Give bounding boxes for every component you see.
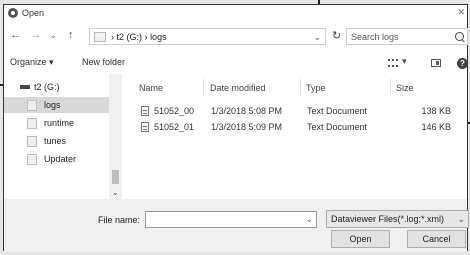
folder-icon xyxy=(27,118,37,129)
column-divider xyxy=(300,79,301,95)
chevron-down-icon[interactable]: ⌄ xyxy=(313,32,321,43)
file-list: Name Date modified Type Size 51052_00 1/… xyxy=(125,74,469,199)
text-file-icon xyxy=(141,106,149,116)
chevron-down-icon[interactable]: ⌄ xyxy=(305,214,313,225)
sidebar-item-tunes[interactable]: tunes xyxy=(4,133,109,149)
title-bar: Open ✕ xyxy=(4,5,467,21)
toolbar: Organize ▾ New folder ▾ ? xyxy=(4,55,468,73)
back-button[interactable]: ← xyxy=(10,29,21,41)
open-dialog: Open ✕ ← → ⌄ ↑ › t2 (G:) › logs ⌄ ↻ Orga… xyxy=(3,4,469,252)
sidebar-item-logs[interactable]: logs xyxy=(4,97,109,113)
sidebar-item-label: logs xyxy=(44,100,61,110)
dialog-footer: File name: ⌄ Dataviewer Files(*.log;*.xm… xyxy=(4,199,469,252)
sidebar-item-label: tunes xyxy=(44,136,67,146)
column-header-type[interactable]: Type xyxy=(306,83,326,93)
column-header-size[interactable]: Size xyxy=(396,83,414,93)
file-name: 51052_01 xyxy=(154,122,195,132)
navigation-bar: ← → ⌄ ↑ › t2 (G:) › logs ⌄ ↻ xyxy=(4,25,468,47)
folder-icon xyxy=(27,136,37,147)
column-header-date[interactable]: Date modified xyxy=(210,83,266,93)
file-row[interactable]: 51052_00 1/3/2018 5:08 PM Text Document … xyxy=(125,104,469,119)
up-button[interactable]: ↑ xyxy=(68,29,74,41)
chevron-down-icon: ⌄ xyxy=(457,214,465,224)
text-file-icon xyxy=(141,122,149,132)
sidebar-item-runtime[interactable]: runtime xyxy=(4,115,109,131)
file-type-filter[interactable]: Dataviewer Files(*.log;*.xml) ⌄ xyxy=(326,210,469,228)
breadcrumb-item[interactable]: logs xyxy=(150,32,167,42)
forward-button[interactable]: → xyxy=(30,29,41,41)
file-name-combobox: ⌄ xyxy=(145,211,317,228)
file-date: 1/3/2018 5:08 PM xyxy=(211,106,283,116)
sidebar-item-label: Updater xyxy=(44,154,77,164)
column-header-name[interactable]: Name xyxy=(139,83,163,93)
column-divider xyxy=(203,79,204,95)
column-divider xyxy=(390,79,391,95)
file-name: 51052_00 xyxy=(154,106,195,116)
search-icon[interactable] xyxy=(455,32,464,41)
sidebar-item-updater[interactable]: Updater xyxy=(4,151,109,167)
breadcrumb: › t2 (G:) › logs xyxy=(111,32,167,42)
breadcrumb-separator: › xyxy=(144,32,148,42)
file-name-label: File name: xyxy=(98,215,141,225)
folder-icon xyxy=(94,32,106,42)
file-size: 146 KB xyxy=(421,122,451,132)
scrollbar-thumb[interactable] xyxy=(112,170,119,184)
file-type: Text Document xyxy=(307,122,368,132)
breadcrumb-item[interactable]: t2 (G:) xyxy=(117,32,143,42)
help-icon[interactable]: ? xyxy=(457,58,468,69)
drive-icon xyxy=(20,85,30,89)
new-folder-button[interactable]: New folder xyxy=(82,57,125,67)
address-bar[interactable]: › t2 (G:) › logs ⌄ xyxy=(89,28,326,45)
folder-icon xyxy=(27,100,37,111)
window-title: Open xyxy=(22,8,45,18)
organize-button[interactable]: Organize ▾ xyxy=(10,57,54,68)
folder-icon xyxy=(27,154,37,165)
chevron-down-icon[interactable]: ▾ xyxy=(402,56,407,67)
file-date: 1/3/2018 5:09 PM xyxy=(211,122,283,132)
preview-pane-icon[interactable] xyxy=(431,59,441,67)
file-name-input[interactable] xyxy=(149,213,299,226)
breadcrumb-separator: › xyxy=(111,32,114,42)
refresh-icon[interactable]: ↻ xyxy=(332,29,341,42)
cancel-button[interactable]: Cancel xyxy=(407,230,466,248)
file-size: 138 KB xyxy=(421,106,451,116)
open-button[interactable]: Open xyxy=(331,230,390,248)
file-row[interactable]: 51052_01 1/3/2018 5:09 PM Text Document … xyxy=(125,120,469,135)
sidebar-item-label: t2 (G:) xyxy=(34,82,60,92)
history-dropdown-icon[interactable]: ⌄ xyxy=(50,31,57,40)
view-options-icon[interactable] xyxy=(388,59,398,67)
search-box xyxy=(346,28,468,45)
chevron-down-icon[interactable]: ⌄ xyxy=(112,188,119,197)
sidebar-item-label: runtime xyxy=(44,118,75,128)
sidebar-item-drive[interactable]: t2 (G:) xyxy=(4,79,109,95)
file-type: Text Document xyxy=(307,106,368,116)
close-icon[interactable]: ✕ xyxy=(457,7,465,18)
sidebar-scrollbar[interactable]: ⌄ xyxy=(109,74,122,199)
app-icon xyxy=(8,8,18,18)
search-input[interactable] xyxy=(351,30,461,43)
file-type-filter-value: Dataviewer Files(*.log;*.xml) xyxy=(331,214,445,224)
navigation-pane: t2 (G:) logs runtime tunes Updater ⌄ xyxy=(4,74,123,199)
